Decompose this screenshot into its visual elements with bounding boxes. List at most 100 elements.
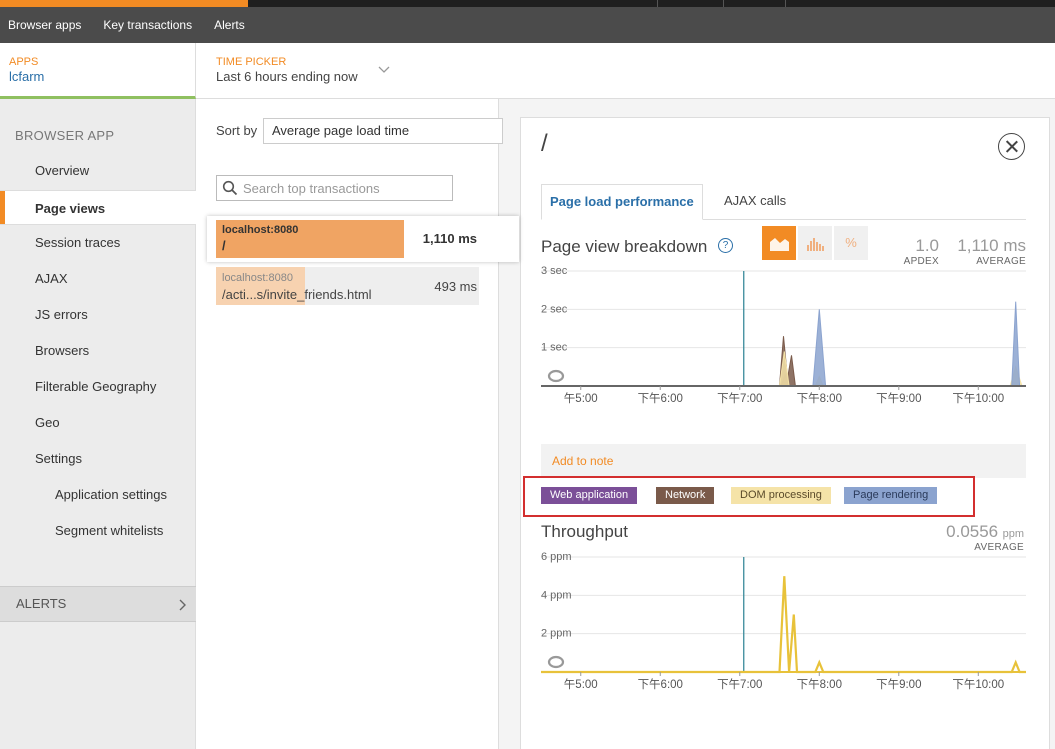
search-input[interactable]: Search top transactions bbox=[216, 175, 453, 201]
y-tick-label: 2 sec bbox=[541, 303, 568, 315]
x-tick-label: 下午6:00 bbox=[638, 678, 683, 691]
throughput-metric: 0.0556 ppm AVERAGE bbox=[946, 522, 1024, 553]
sidebar-item-js-errors[interactable]: JS errors bbox=[0, 297, 196, 332]
sidebar-title: BROWSER APP bbox=[15, 128, 115, 143]
sidebar-item-browsers[interactable]: Browsers bbox=[0, 333, 196, 368]
y-tick-label: 3 sec bbox=[541, 266, 568, 277]
detail-title: / bbox=[541, 130, 548, 157]
percent-mode-button[interactable]: % bbox=[834, 226, 868, 260]
tab-ajax-calls[interactable]: AJAX calls bbox=[716, 184, 794, 220]
x-tick-label: 下午8:00 bbox=[797, 392, 842, 405]
x-tick-label: 下午6:00 bbox=[638, 392, 683, 405]
top-divider bbox=[657, 0, 658, 7]
x-tick-label: 下午9:00 bbox=[876, 678, 921, 691]
search-placeholder: Search top transactions bbox=[243, 181, 380, 196]
tab-page-load-performance[interactable]: Page load performance bbox=[541, 184, 703, 220]
chevron-right-icon bbox=[179, 599, 186, 611]
legend-web-application[interactable]: Web application bbox=[541, 487, 638, 504]
legend-network[interactable]: Network bbox=[656, 487, 715, 504]
app-header: APPS lcfarm TIME PICKER Last 6 hours end… bbox=[0, 43, 1055, 99]
x-tick-label: 下午7:00 bbox=[717, 678, 762, 691]
y-tick-label: 2 ppm bbox=[541, 628, 572, 640]
legend-page-rendering[interactable]: Page rendering bbox=[844, 487, 938, 504]
sidebar-item-ajax[interactable]: AJAX bbox=[0, 261, 196, 296]
transaction-row[interactable]: localhost:8080 /acti...s/invite_friends.… bbox=[216, 267, 479, 305]
top-accent-bar bbox=[0, 0, 248, 7]
x-tick-label: 下午9:00 bbox=[876, 392, 921, 405]
transaction-path: /acti...s/invite_friends.html bbox=[222, 287, 372, 302]
transaction-row-selected[interactable]: localhost:8080 / 1,110 ms bbox=[207, 216, 519, 262]
timepicker-value: Last 6 hours ending now bbox=[216, 69, 358, 84]
main-navbar: Browser apps Key transactions Alerts bbox=[0, 7, 1055, 43]
y-tick-label: 6 ppm bbox=[541, 552, 572, 563]
nav-alerts[interactable]: Alerts bbox=[206, 18, 253, 32]
timepicker-label: TIME PICKER bbox=[216, 56, 287, 68]
nav-key-transactions[interactable]: Key transactions bbox=[95, 18, 200, 32]
alerts-label: ALERTS bbox=[16, 596, 67, 611]
y-tick-label: 1 sec bbox=[541, 342, 568, 354]
average-metric: 1,110 ms AVERAGE bbox=[941, 236, 1026, 267]
series-line bbox=[541, 576, 1026, 674]
sidebar-item-overview[interactable]: Overview bbox=[0, 153, 196, 188]
nav-browser-apps[interactable]: Browser apps bbox=[0, 18, 89, 32]
top-divider bbox=[785, 0, 786, 7]
sort-select[interactable]: Average page load time bbox=[263, 118, 503, 144]
area-chart-mode-button[interactable] bbox=[762, 226, 796, 260]
sidebar-item-settings[interactable]: Settings bbox=[0, 441, 196, 476]
sidebar-item-page-views[interactable]: Page views bbox=[0, 190, 196, 225]
throughput-chart[interactable]: 2 ppm 4 ppm 6 ppm 午5:00 下午6:00 下午7:00 下午8:00 下午… bbox=[541, 552, 1026, 722]
breakdown-chart-svg: 1 sec 2 sec 3 sec 午5:00 下午6:00 下午7:00 下午8:00 下午… bbox=[541, 266, 1026, 405]
transactions-list-panel: Sort by Average page load time Search to… bbox=[196, 99, 503, 749]
average-value: 1,110 ms bbox=[957, 236, 1026, 255]
bar-chart-mode-button[interactable] bbox=[798, 226, 832, 260]
x-tick-label: 下午10:00 bbox=[952, 392, 1004, 405]
apdex-value: 1.0 bbox=[915, 236, 939, 255]
sidebar-item-geo[interactable]: Geo bbox=[0, 405, 196, 440]
top-divider bbox=[723, 0, 724, 7]
x-tick-label: 下午8:00 bbox=[797, 678, 842, 691]
transaction-host: localhost:8080 bbox=[222, 224, 299, 236]
top-strip bbox=[0, 0, 1055, 7]
sidebar-item-filterable-geography[interactable]: Filterable Geography bbox=[0, 369, 196, 404]
help-icon[interactable]: ? bbox=[718, 238, 733, 253]
apps-label: APPS bbox=[9, 56, 39, 68]
apps-selector[interactable]: APPS lcfarm bbox=[0, 43, 196, 99]
search-icon bbox=[222, 180, 238, 196]
sidebar: BROWSER APP Overview Page views Session … bbox=[0, 99, 196, 749]
transaction-path: / bbox=[222, 238, 226, 253]
throughput-chart-svg: 2 ppm 4 ppm 6 ppm 午5:00 下午6:00 下午7:00 下午8:00 下午… bbox=[541, 552, 1026, 691]
apps-value: lcfarm bbox=[9, 69, 45, 84]
transaction-time: 493 ms bbox=[434, 279, 477, 294]
add-to-note-link[interactable]: Add to note bbox=[552, 454, 613, 468]
apdex-metric: 1.0 APDEX bbox=[891, 236, 939, 267]
close-icon[interactable] bbox=[998, 133, 1025, 160]
throughput-unit: ppm bbox=[1002, 528, 1024, 540]
time-picker[interactable]: TIME PICKER Last 6 hours ending now bbox=[216, 56, 358, 84]
legend-dom-processing[interactable]: DOM processing bbox=[731, 487, 831, 504]
x-tick-label: 午5:00 bbox=[564, 678, 598, 691]
breakdown-title: Page view breakdown bbox=[541, 237, 708, 256]
throughput-title: Throughput bbox=[541, 522, 628, 541]
transaction-host: localhost:8080 bbox=[222, 272, 293, 284]
annotation-marker-icon bbox=[547, 655, 565, 669]
x-tick-label: 午5:00 bbox=[564, 392, 598, 405]
annotation-marker-icon bbox=[547, 369, 565, 383]
transaction-detail-panel: / Page load performance AJAX calls Page … bbox=[520, 117, 1050, 749]
transaction-time: 1,110 ms bbox=[422, 231, 477, 246]
x-tick-label: 下午7:00 bbox=[717, 392, 762, 405]
x-tick-label: 下午10:00 bbox=[952, 678, 1004, 691]
sort-label: Sort by bbox=[216, 123, 258, 138]
chevron-down-icon[interactable] bbox=[378, 66, 390, 74]
area-chart-icon bbox=[770, 238, 789, 251]
sidebar-item-session-traces[interactable]: Session traces bbox=[0, 225, 196, 260]
y-tick-label: 4 ppm bbox=[541, 589, 572, 601]
sidebar-item-segment-whitelists[interactable]: Segment whitelists bbox=[0, 513, 196, 548]
series-area bbox=[541, 351, 1026, 387]
sidebar-item-application-settings[interactable]: Application settings bbox=[0, 477, 196, 512]
detail-tabs: Page load performance AJAX calls bbox=[541, 184, 1026, 220]
add-to-note-bar: Add to note bbox=[541, 444, 1026, 478]
bar-chart-icon bbox=[807, 238, 824, 251]
throughput-value: 0.0556 bbox=[946, 522, 999, 541]
sidebar-alerts-section[interactable]: ALERTS bbox=[0, 586, 196, 622]
page-view-breakdown-chart[interactable]: 1 sec 2 sec 3 sec 午5:00 下午6:00 下午7:00 下午8:00 下午… bbox=[541, 266, 1026, 436]
